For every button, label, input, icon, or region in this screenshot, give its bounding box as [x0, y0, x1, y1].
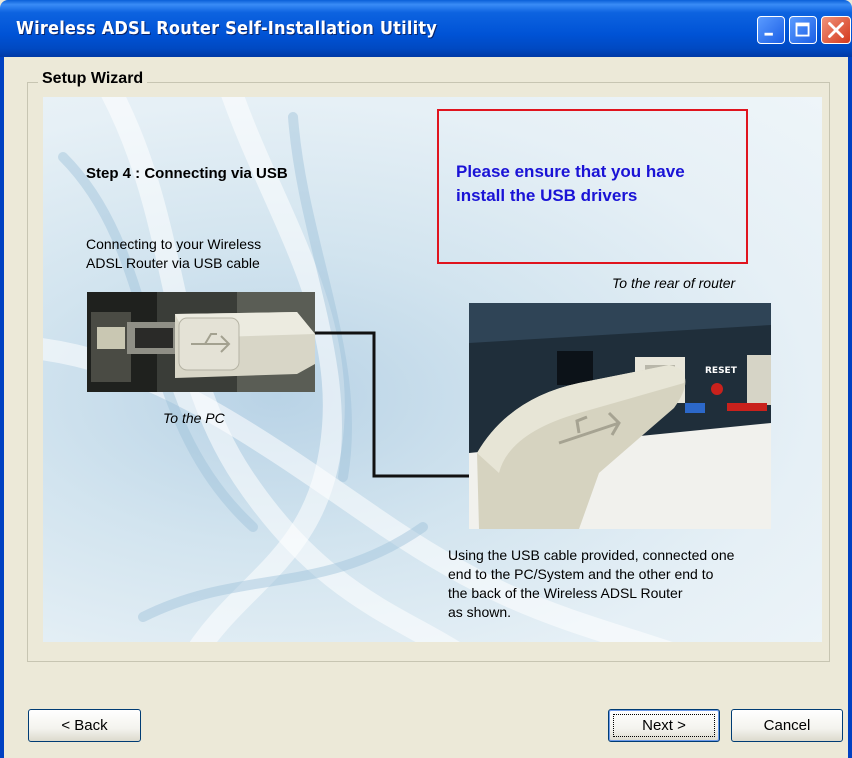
usb-instructions: Using the USB cable provided, connected … [448, 547, 735, 620]
cancel-button[interactable]: Cancel [731, 709, 843, 742]
reset-label: RESET [705, 366, 738, 376]
next-button[interactable]: Next > [608, 709, 720, 742]
focus-rect [613, 714, 715, 737]
router-rear-photo: RESET [469, 303, 771, 529]
installer-window: Wireless ADSL Router Self-Installation U… [0, 0, 852, 758]
back-button[interactable]: < Back [28, 709, 141, 742]
